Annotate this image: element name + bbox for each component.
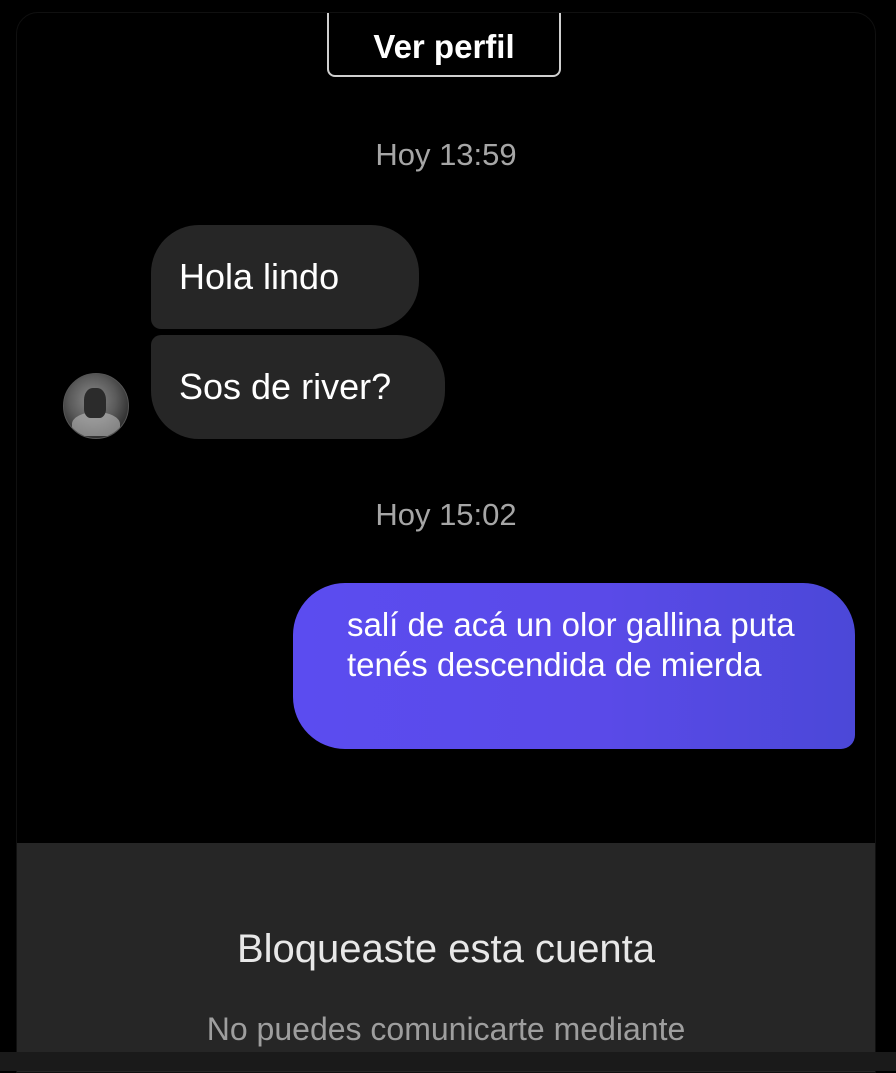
outgoing-message[interactable]: salí de acá un olor gallina puta tenés d… <box>293 583 855 749</box>
chat-screen: Ver perfil Hoy 13:59 Hola lindo Sos de r… <box>16 12 876 1073</box>
view-profile-button[interactable]: Ver perfil <box>327 13 561 77</box>
incoming-message[interactable]: Hola lindo <box>151 225 419 329</box>
blocked-account-panel: Bloqueaste esta cuenta No puedes comunic… <box>17 843 875 1072</box>
message-text: Hola lindo <box>179 256 340 297</box>
incoming-message[interactable]: Sos de river? <box>151 335 445 439</box>
blocked-description: No puedes comunicarte mediante <box>206 1011 686 1047</box>
timestamp: Hoy 15:02 <box>375 497 517 532</box>
blocked-title: Bloqueaste esta cuenta <box>236 927 656 971</box>
timestamp: Hoy 13:59 <box>375 137 517 172</box>
user-avatar-icon[interactable] <box>63 373 129 439</box>
bottom-edge <box>0 1052 896 1071</box>
message-text: Sos de river? <box>179 366 392 407</box>
message-text: salí de acá un olor gallina puta tenés d… <box>347 606 795 683</box>
